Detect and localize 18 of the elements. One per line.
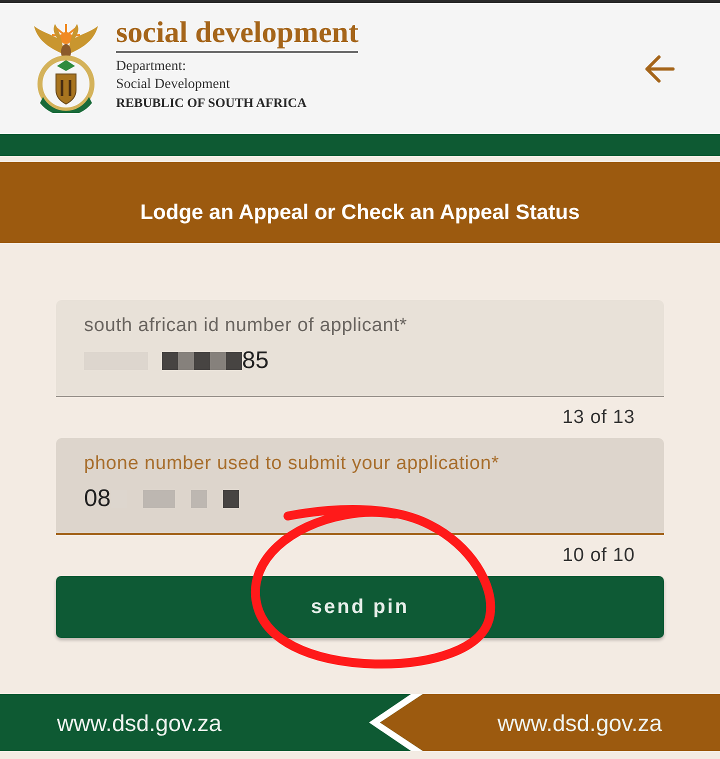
send-pin-button[interactable]: send pin bbox=[56, 576, 664, 638]
page-heading: Lodge an Appeal or Check an Appeal Status bbox=[140, 200, 580, 226]
text-field[interactable]: south african id number of applicant* 85 bbox=[56, 300, 664, 397]
field-label: phone number used to submit your application* bbox=[84, 453, 500, 475]
department-text: Department: bbox=[116, 58, 187, 76]
field-label: south african id number of applicant* bbox=[84, 315, 408, 337]
department-text: Social Development bbox=[116, 76, 231, 94]
website-link[interactable]: www.dsd.gov.za bbox=[498, 708, 662, 736]
field-value: 08 bbox=[84, 484, 111, 514]
pixelated-redaction-icon bbox=[162, 352, 242, 370]
character-counter: 10 of 10 bbox=[562, 544, 635, 566]
character-counter: 13 of 13 bbox=[562, 406, 635, 428]
text-field[interactable]: phone number used to submit your application* 08 bbox=[56, 438, 664, 535]
back-arrow-icon[interactable] bbox=[643, 54, 675, 84]
field-value: 85 bbox=[242, 346, 269, 376]
website-link[interactable]: www.dsd.gov.za bbox=[57, 708, 222, 736]
site-title: social development bbox=[116, 16, 358, 53]
country-text: REBUBLIC OF SOUTH AFRICA bbox=[116, 94, 307, 112]
